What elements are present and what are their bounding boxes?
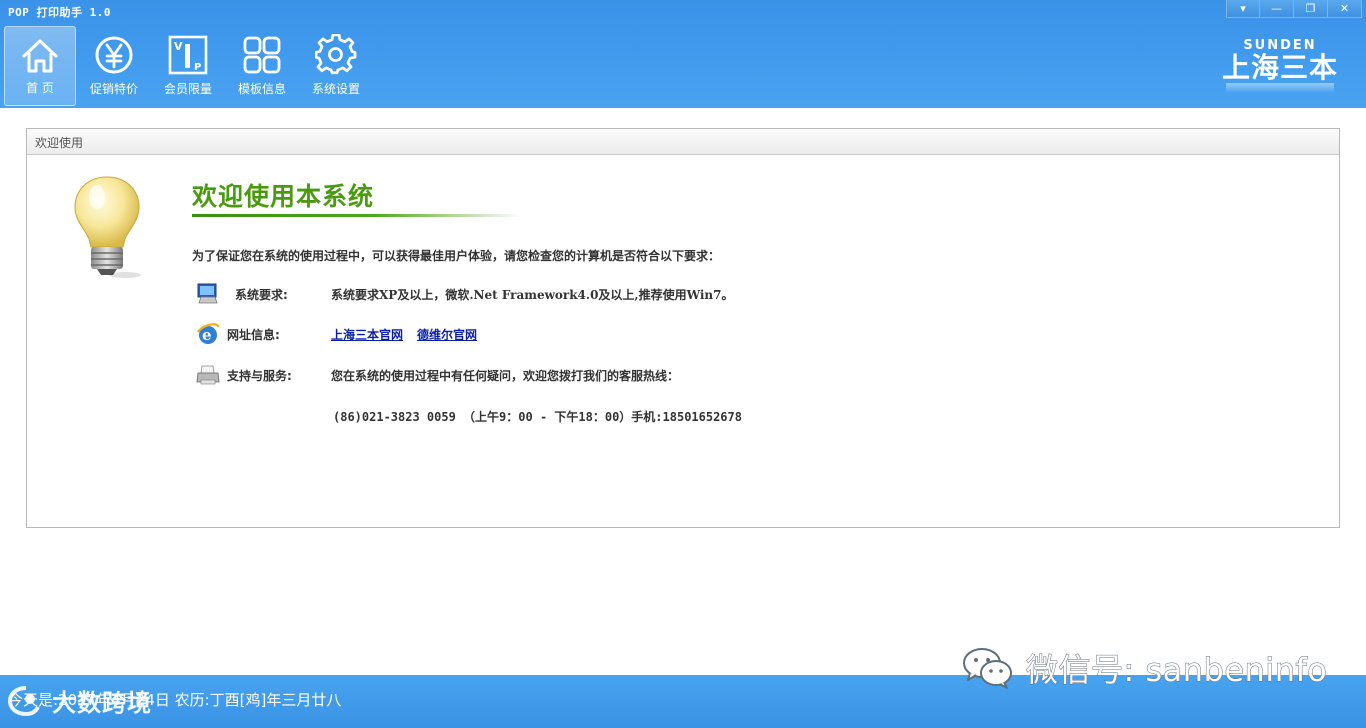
grid-icon	[243, 36, 281, 74]
toolbar-item-member[interactable]: V P 会员限量	[152, 26, 224, 106]
link-dewell-official[interactable]: 德维尔官网	[417, 326, 477, 343]
requirements-row: 系统要求: 系统要求XP及以上，微软.Net Framework4.0及以上,推…	[195, 281, 734, 307]
wechat-icon	[963, 648, 1012, 689]
yen-coin-icon	[95, 36, 133, 74]
toolbar-item-label: 会员限量	[163, 82, 212, 96]
panel-header: 欢迎使用	[27, 129, 1339, 155]
main-toolbar: 首 页 促销特价 V P 会员限量 模板信息 系统设置	[4, 26, 374, 106]
link-sanben-official[interactable]: 上海三本官网	[331, 326, 403, 343]
printer-icon	[195, 362, 221, 388]
watermark-right-text: 微信号: sanbeninfo	[1025, 651, 1328, 690]
brand-logo: SUNDEN 上海三本	[1220, 38, 1340, 102]
support-value: 您在系统的使用过程中有任何疑问，欢迎您拨打我们的客服热线：	[331, 368, 680, 383]
intro-text: 为了保证您在系统的使用过程中，可以获得最佳用户体验，请您检查您的计算机是否符合以…	[192, 249, 721, 263]
toolbar-item-label: 系统设置	[311, 82, 360, 96]
minimize-button[interactable]: —	[1260, 0, 1294, 18]
toolbar-item-promotion[interactable]: 促销特价	[78, 26, 150, 106]
svg-text:V: V	[174, 40, 183, 53]
gear-icon	[315, 34, 357, 75]
window-controls: ▾ — ❐ ✕	[1226, 0, 1362, 18]
toolbar-item-settings[interactable]: 系统设置	[300, 26, 372, 106]
dropdown-button[interactable]: ▾	[1226, 0, 1260, 18]
toolbar-item-template[interactable]: 模板信息	[226, 26, 298, 106]
home-icon	[22, 39, 58, 73]
lightbulb-icon	[74, 176, 141, 278]
welcome-panel: 欢迎使用 欢迎使用本系统 为了保证您在系统的使用过程中，可以获得最佳用户体验，请…	[26, 128, 1340, 528]
watermark-right: 微信号: sanbeninfo	[960, 645, 1327, 691]
restore-button[interactable]: ❐	[1294, 0, 1328, 18]
support-phone: (86)021-3823 0059 （上午9：00 - 下午18：00）手机:1…	[333, 410, 742, 424]
toolbar-item-label: 首 页	[26, 81, 54, 95]
support-label: 支持与服务:	[227, 368, 292, 383]
support-row: 支持与服务: 您在系统的使用过程中有任何疑问，欢迎您拨打我们的客服热线：	[195, 362, 679, 388]
toolbar-item-label: 促销特价	[89, 82, 138, 96]
watermark-left: 大数跨境	[6, 683, 152, 718]
brand-name-cn: 上海三本	[1221, 51, 1338, 84]
requirements-value: 系统要求XP及以上，微软.Net Framework4.0及以上,推荐使用Win…	[331, 287, 734, 302]
svg-text:P: P	[194, 62, 201, 73]
welcome-title: 欢迎使用本系统	[192, 182, 375, 211]
requirements-label: 系统要求:	[235, 287, 288, 302]
watermark-logo-icon	[7, 685, 40, 716]
window-title: POP 打印助手 1.0	[8, 6, 111, 19]
vip-icon: V P	[168, 35, 208, 75]
close-button[interactable]: ✕	[1328, 0, 1362, 18]
computer-icon	[195, 281, 221, 307]
toolbar-item-label: 模板信息	[237, 82, 286, 96]
watermark-left-text: 大数跨境	[52, 689, 152, 717]
title-toolbar-area: POP 打印助手 1.0 ▾ — ❐ ✕ 首 页 促销特价 V P 会员限量 模…	[0, 0, 1366, 108]
website-row: e 网址信息: 上海三本官网 德维尔官网	[195, 321, 491, 347]
toolbar-item-home[interactable]: 首 页	[4, 26, 76, 106]
svg-text:e: e	[202, 326, 212, 344]
ie-browser-icon: e	[195, 321, 221, 347]
brand-reflection	[1226, 83, 1334, 93]
website-label: 网址信息:	[227, 327, 280, 342]
title-underline	[192, 214, 522, 217]
